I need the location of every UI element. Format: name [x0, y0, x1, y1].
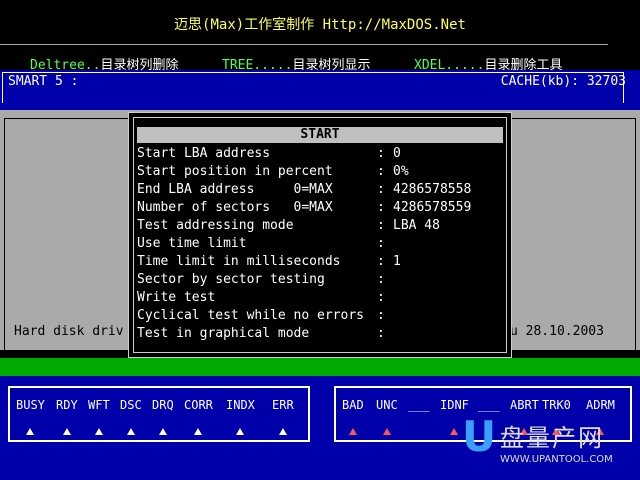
watermark-url: WWW.UPANTOOL.COM: [500, 454, 613, 465]
flag-indicator-icon: [450, 428, 458, 435]
flag-indicator-icon: [278, 428, 287, 435]
status-register-box: BUSY RDY WFT DSC DRQ CORR INDX ERR: [8, 386, 310, 442]
field-value[interactable]: LBA 48: [393, 217, 440, 235]
cache-readout: CACHE(kb): 32703: [500, 74, 626, 89]
flag-indicator-icon: [26, 428, 34, 435]
flag-indicator-icon: [236, 428, 244, 435]
register-flag-label: DRQ: [152, 398, 174, 412]
flag-indicator-icon: [194, 428, 202, 435]
date-label: u 28.10.2003: [510, 324, 604, 339]
dialog-title: START: [137, 127, 503, 143]
field-label: Test addressing mode: [137, 218, 294, 233]
field-separator: :: [377, 308, 385, 323]
field-separator: :: [377, 146, 385, 161]
field-separator: :: [377, 164, 385, 179]
field-label: Sector by sector testing: [137, 272, 325, 287]
progress-band: [0, 358, 640, 376]
flag-indicator-icon: [94, 428, 103, 435]
start-dialog: START Start LBA address:0 Start position …: [128, 112, 512, 358]
field-value[interactable]: 1: [393, 253, 401, 271]
register-flag-label: RDY: [56, 398, 78, 412]
register-flag-label: INDX: [226, 398, 255, 412]
field-separator: :: [377, 290, 385, 305]
field-separator: :: [377, 326, 385, 341]
register-flag-label: DSC: [120, 398, 142, 412]
field-value[interactable]: 4286578559: [393, 199, 471, 217]
field-label: Start position in percent: [137, 164, 333, 179]
flag-indicator-icon: [158, 428, 167, 435]
field-value[interactable]: 4286578558: [393, 181, 471, 199]
flag-indicator-icon: [62, 428, 71, 435]
register-flag-label: WFT: [88, 398, 110, 412]
field-label: Time limit in milliseconds: [137, 254, 341, 269]
register-flag-label: ERR: [272, 398, 294, 412]
info-bar: SMART 5 : CACHE(kb): 32703: [0, 70, 640, 110]
field-separator: :: [377, 200, 385, 215]
watermark-logo-icon: U: [462, 412, 497, 461]
smart-readout: SMART 5 :: [8, 74, 79, 89]
register-flag-label: BUSY: [16, 398, 45, 412]
watermark: U 盘量产网 WWW.UPANTOOL.COM: [462, 410, 632, 470]
flag-indicator-icon: [126, 428, 135, 435]
field-value[interactable]: 0: [393, 145, 401, 163]
register-flag-label: BAD: [342, 398, 364, 412]
field-label: Start LBA address: [137, 146, 271, 161]
field-separator: :: [377, 218, 385, 233]
app-title: 迈思(Max)工作室制作 Http://MaxDOS.Net: [174, 17, 466, 33]
field-label: Number of sectors 0=MAX: [137, 200, 333, 215]
field-separator: :: [377, 236, 385, 251]
field-label: Cyclical test while no errors: [137, 308, 364, 323]
watermark-text: 盘量产网: [500, 424, 604, 452]
field-label: Use time limit: [137, 236, 247, 251]
field-separator: :: [377, 182, 385, 197]
field-separator: :: [377, 272, 385, 287]
field-label: End LBA address 0=MAX: [137, 182, 333, 197]
flag-indicator-icon: [348, 428, 357, 435]
header-divider: [0, 44, 608, 45]
field-value[interactable]: 0%: [393, 163, 409, 181]
register-flag-label: CORR: [184, 398, 213, 412]
field-label: Test in graphical mode: [137, 326, 310, 341]
register-flag-label: UNC: [376, 398, 398, 412]
field-label: Write test: [137, 290, 216, 305]
hard-disk-label: Hard disk driv: [14, 324, 124, 339]
flag-indicator-icon: [382, 428, 391, 435]
field-separator: :: [377, 254, 385, 269]
register-flag-label: ___: [408, 398, 430, 412]
